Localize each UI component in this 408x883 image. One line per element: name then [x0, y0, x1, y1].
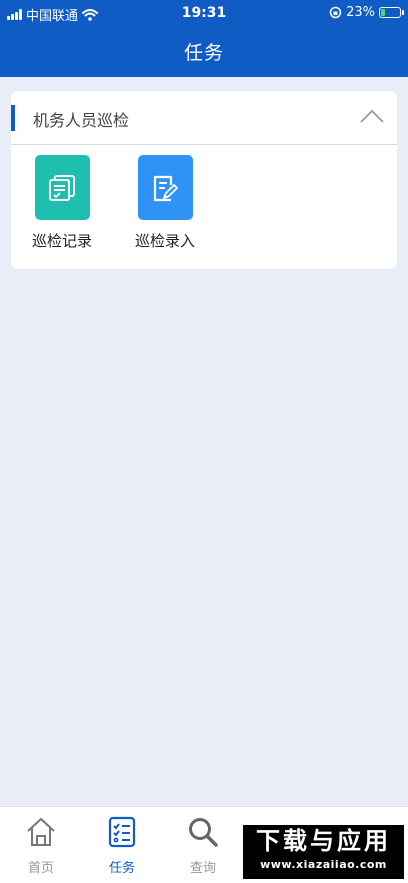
watermark-main-text: 下载与应用	[256, 827, 391, 855]
watermark-url: www.xiazaiiao.com	[260, 858, 387, 871]
tab-label: 查询	[189, 861, 216, 876]
inspection-card: 机务人员巡检 巡检记录 巡检录入	[11, 91, 397, 269]
chevron-up-icon[interactable]	[359, 103, 385, 129]
home-icon	[27, 818, 55, 846]
orientation-lock-icon	[329, 6, 342, 19]
battery-icon	[379, 7, 404, 18]
tile-label: 巡检录入	[134, 232, 195, 250]
tab-task[interactable]: 任务	[92, 815, 152, 876]
page-title: 任务	[183, 42, 224, 64]
section-header[interactable]: 机务人员巡检	[11, 91, 397, 145]
app-header: 中国联通 19:31 23% 任务	[0, 0, 408, 77]
records-icon	[34, 155, 90, 220]
edit-document-icon	[137, 155, 193, 220]
watermark-logo: 下载与应用 www.xiazaiiao.com	[243, 825, 404, 879]
section-accent-bar	[11, 105, 15, 131]
tab-label: 首页	[27, 861, 54, 876]
tab-label: 任务	[108, 861, 135, 876]
status-bar: 中国联通 19:31 23%	[0, 0, 408, 26]
section-title: 机务人员巡检	[33, 111, 130, 130]
battery-percent: 23%	[346, 5, 375, 20]
inspection-records-button[interactable]: 巡检记录	[22, 155, 102, 251]
search-icon	[189, 818, 218, 847]
inspection-entry-button[interactable]: 巡检录入	[125, 155, 205, 251]
tab-home[interactable]: 首页	[11, 815, 71, 876]
tile-label: 巡检记录	[31, 232, 92, 250]
task-list-icon	[108, 816, 136, 848]
tab-search[interactable]: 查询	[173, 815, 233, 876]
